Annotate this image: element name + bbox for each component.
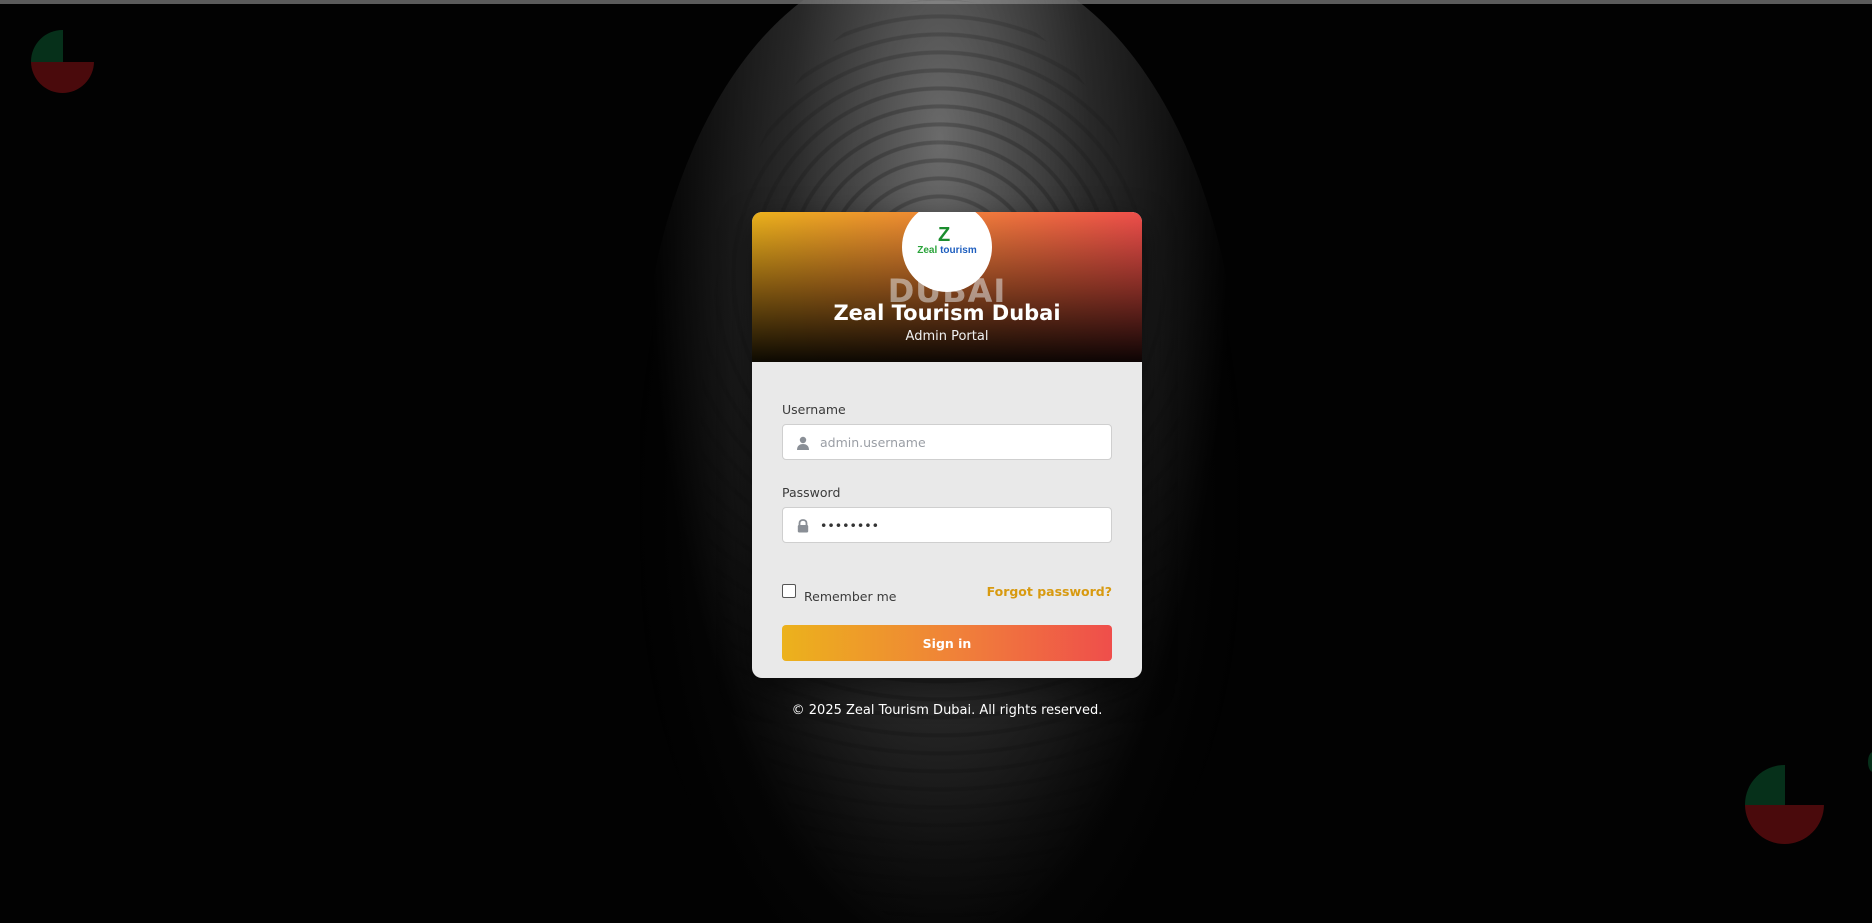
username-label: Username [782, 402, 846, 417]
sign-in-button[interactable]: Sign in [782, 625, 1112, 661]
decorative-dot [1868, 752, 1872, 772]
decorative-flag-circle [1745, 765, 1824, 844]
username-input-wrapper[interactable] [782, 424, 1112, 460]
logo-wordmark: Zeal tourism [917, 245, 977, 256]
logo-mark: Z [938, 224, 951, 246]
decorative-flag-circle [31, 30, 94, 93]
user-icon [796, 435, 810, 450]
page-title: Zeal Tourism Dubai [833, 301, 1061, 325]
copyright-footer: © 2025 Zeal Tourism Dubai. All rights re… [791, 703, 1103, 718]
page-subtitle: Admin Portal [905, 329, 989, 344]
login-page: Z Zeal tourism DUBAI Zeal Tourism Dubai … [0, 0, 1872, 923]
lock-icon [796, 518, 810, 533]
remember-me-label[interactable]: Remember me [804, 589, 896, 604]
remember-me-checkbox[interactable] [782, 584, 796, 598]
password-input[interactable] [820, 508, 1105, 542]
forgot-password-link[interactable]: Forgot password? [987, 584, 1112, 599]
password-label: Password [782, 485, 841, 500]
username-input[interactable] [820, 425, 1105, 459]
login-card: Z Zeal tourism DUBAI Zeal Tourism Dubai … [752, 212, 1142, 678]
password-input-wrapper[interactable] [782, 507, 1112, 543]
